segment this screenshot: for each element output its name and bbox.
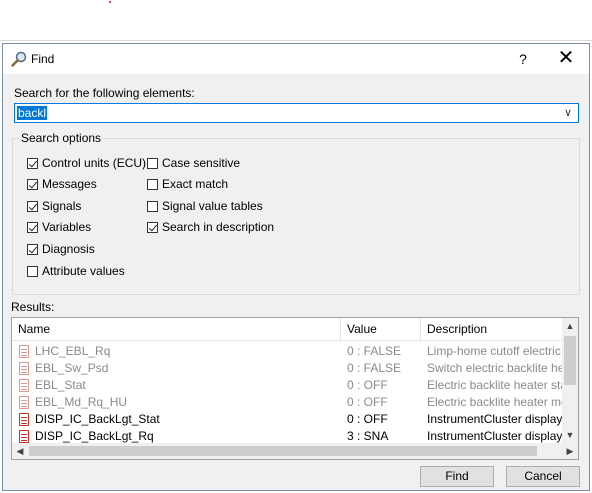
column-header-description[interactable]: Description — [421, 318, 564, 340]
title-bar[interactable]: Find ? ✕ — [3, 44, 589, 74]
row-description: InstrumentCluster display bac — [427, 412, 564, 426]
signal-document-icon — [19, 379, 29, 392]
background-divider — [0, 40, 592, 41]
results-label: Results: — [11, 300, 55, 314]
dialog-title: Find — [31, 52, 55, 66]
background-dot — [109, 1, 111, 3]
row-description: Switch electric backlite heate — [427, 361, 564, 375]
option-label: Exact match — [162, 177, 229, 191]
checkbox-search-in-description[interactable] — [147, 221, 158, 233]
horizontal-scrollbar[interactable]: ◀ ▶ — [12, 443, 578, 459]
row-description: Electric backlite heater state — [427, 378, 564, 392]
option-search-in-description[interactable]: Search in description — [147, 219, 274, 235]
option-label: Case sensitive — [162, 156, 241, 170]
option-label: Attribute values — [42, 264, 125, 278]
option-label: Search in description — [162, 220, 275, 234]
option-label: Control units (ECU) — [42, 156, 147, 170]
help-button[interactable]: ? — [508, 47, 538, 71]
checkbox-signals[interactable] — [27, 200, 38, 212]
option-label: Signals — [42, 199, 82, 213]
search-combobox[interactable]: backl ∨ — [14, 103, 579, 123]
signal-document-icon — [19, 430, 29, 443]
checkbox-case-sensitive[interactable] — [147, 157, 158, 169]
option-signals[interactable]: Signals — [27, 198, 81, 214]
row-name: EBL_Stat — [35, 378, 86, 392]
vertical-scroll-thumb[interactable] — [564, 336, 576, 385]
row-value: 0 : FALSE — [347, 344, 402, 358]
search-label: Search for the following elements: — [14, 86, 195, 100]
row-value: 0 : OFF — [347, 378, 388, 392]
option-exact-match[interactable]: Exact match — [147, 176, 228, 192]
option-label: Messages — [42, 177, 97, 191]
checkbox-messages[interactable] — [27, 178, 38, 190]
results-header: Name Value Description — [12, 318, 562, 341]
checkbox-attribute-values[interactable] — [27, 265, 38, 277]
row-value: 0 : OFF — [347, 395, 388, 409]
option-case-sensitive[interactable]: Case sensitive — [147, 155, 240, 171]
checkbox-signal-value-tables[interactable] — [147, 200, 158, 212]
chevron-down-icon[interactable]: ∨ — [560, 105, 576, 121]
row-value: 0 : OFF — [347, 412, 388, 426]
option-variables[interactable]: Variables — [27, 219, 91, 235]
find-dialog: Find ? ✕ Search for the following elemen… — [2, 43, 590, 491]
checkbox-control-units[interactable] — [27, 157, 38, 169]
scroll-up-icon[interactable]: ▲ — [562, 318, 578, 334]
signal-document-icon — [19, 345, 29, 358]
checkbox-diagnosis[interactable] — [27, 243, 38, 255]
vertical-scrollbar[interactable]: ▲ ▼ — [562, 318, 578, 443]
option-signal-value-tables[interactable]: Signal value tables — [147, 198, 263, 214]
column-header-name[interactable]: Name — [12, 318, 341, 340]
row-name: EBL_Md_Rq_HU — [35, 395, 128, 409]
scroll-down-icon[interactable]: ▼ — [562, 427, 578, 443]
scroll-left-icon[interactable]: ◀ — [12, 443, 28, 459]
table-row[interactable]: EBL_Sw_Psd 0 : FALSE Switch electric bac… — [12, 360, 564, 377]
table-row[interactable]: LHC_EBL_Rq 0 : FALSE Limp-home cutoff el… — [12, 343, 564, 360]
checkbox-exact-match[interactable] — [147, 178, 158, 190]
scroll-right-icon[interactable]: ▶ — [562, 443, 578, 459]
row-name: EBL_Sw_Psd — [35, 361, 109, 375]
search-options-label: Search options — [19, 131, 104, 145]
signal-document-icon — [19, 396, 29, 409]
row-description: Electric backlite heater mode — [427, 395, 564, 409]
find-button[interactable]: Find — [420, 466, 494, 487]
option-attribute-values[interactable]: Attribute values — [27, 263, 125, 279]
close-button[interactable]: ✕ — [551, 47, 581, 71]
results-list[interactable]: Name Value Description LHC_EBL_Rq 0 : FA… — [11, 317, 579, 460]
table-row[interactable]: DISP_IC_BackLgt_Stat 0 : OFF InstrumentC… — [12, 411, 564, 428]
signal-document-icon — [19, 413, 29, 426]
column-header-value[interactable]: Value — [341, 318, 421, 340]
row-description: Limp-home cutoff electric bac — [427, 344, 564, 358]
row-value: 0 : FALSE — [347, 361, 402, 375]
search-input-value[interactable]: backl — [17, 106, 48, 120]
row-name: DISP_IC_BackLgt_Stat — [35, 412, 160, 426]
row-name: LHC_EBL_Rq — [35, 344, 111, 358]
table-row[interactable]: EBL_Md_Rq_HU 0 : OFF Electric backlite h… — [12, 394, 564, 411]
option-label: Signal value tables — [162, 199, 263, 213]
option-control-units[interactable]: Control units (ECU) — [27, 155, 146, 171]
magnifier-icon — [10, 50, 28, 68]
signal-document-icon — [19, 362, 29, 375]
search-options-group: Search options Control units (ECU) Messa… — [12, 131, 580, 295]
checkbox-variables[interactable] — [27, 221, 38, 233]
cancel-button[interactable]: Cancel — [506, 466, 580, 487]
table-row[interactable]: EBL_Stat 0 : OFF Electric backlite heate… — [12, 377, 564, 394]
option-diagnosis[interactable]: Diagnosis — [27, 241, 95, 257]
horizontal-scroll-thumb[interactable] — [29, 446, 537, 456]
option-label: Variables — [42, 220, 92, 234]
option-messages[interactable]: Messages — [27, 176, 97, 192]
option-label: Diagnosis — [42, 242, 95, 256]
